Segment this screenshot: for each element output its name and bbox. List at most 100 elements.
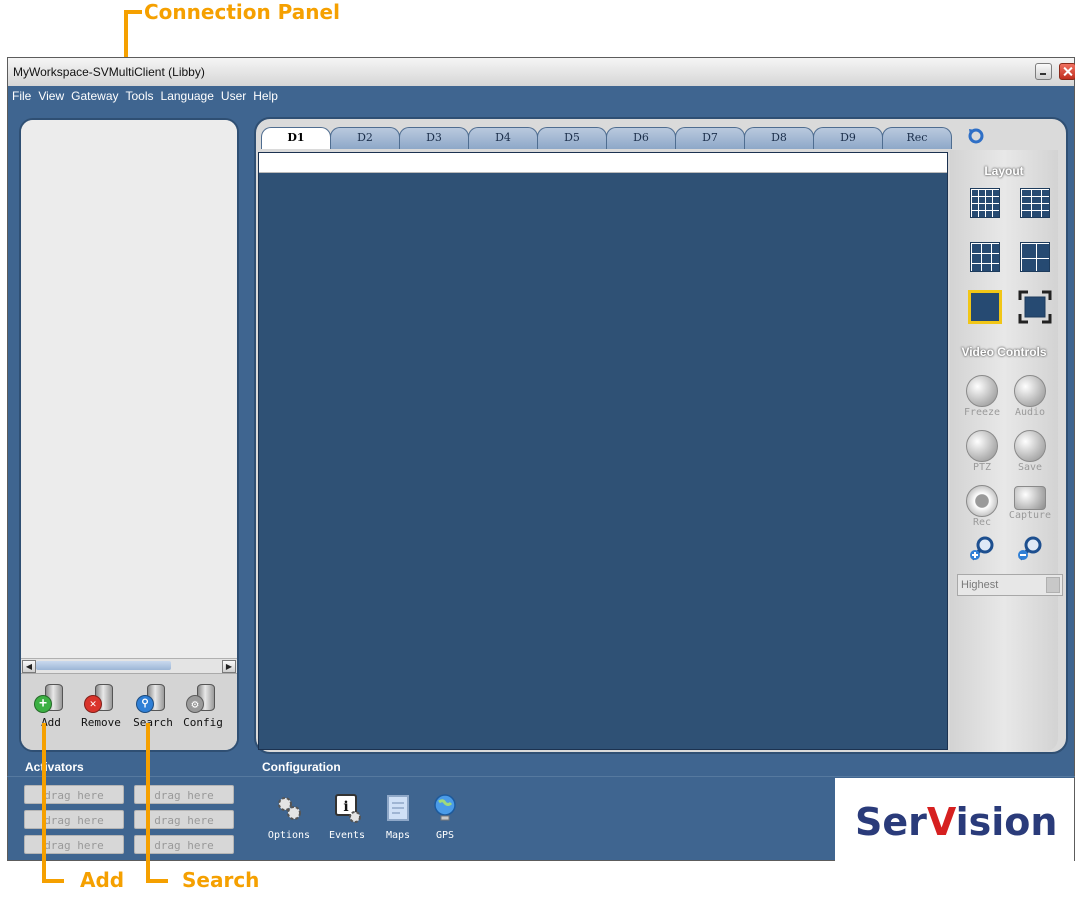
layout-16-grid-icon[interactable] [970,188,1000,218]
remove-button[interactable]: ✕ Remove [77,682,125,729]
horizontal-scrollbar[interactable]: ◀ ▶ [21,658,237,673]
tab-d3[interactable]: D3 [399,127,469,149]
callout-line-search-hook [146,879,168,883]
refresh-icon[interactable] [967,127,985,145]
capture-control[interactable]: Capture [1007,482,1053,521]
config-server-icon: ⚙ [186,682,220,714]
config-label: Config [183,716,223,729]
record-icon [966,485,998,517]
connection-list[interactable] [21,120,237,658]
layout-9-grid-icon[interactable] [970,242,1000,272]
menu-view[interactable]: View [34,86,67,103]
freeze-label: Freeze [963,407,1001,418]
callout-line-connection-hook [124,10,142,14]
control-sidebar: Layout Video Controls Freeze Audio PTZ S… [950,150,1058,752]
remove-server-icon: ✕ [84,682,118,714]
save-label: Save [1017,462,1043,473]
options-gears-icon [278,797,301,820]
save-control[interactable]: Save [1007,430,1053,473]
configuration-title: Configuration [262,760,341,774]
callout-connection-panel: Connection Panel [144,0,340,24]
title-bar: MyWorkspace-SVMultiClient (Libby) [8,58,1075,87]
tab-d9[interactable]: D9 [813,127,883,149]
add-server-icon: + [34,682,68,714]
activators-title: Activators [25,760,84,774]
tab-d7[interactable]: D7 [675,127,745,149]
capture-icon [1014,486,1046,510]
events-info-icon: i [335,794,361,823]
scroll-left-icon[interactable]: ◀ [22,660,36,673]
audio-control[interactable]: Audio [1007,375,1053,418]
gps-button[interactable]: GPS [420,793,470,841]
tab-rec[interactable]: Rec [882,127,952,149]
logo-text-ision: ision [955,800,1058,844]
options-label: Options [267,830,311,841]
layout-4-grid-icon[interactable] [1020,242,1050,272]
quality-select[interactable]: Highest [957,574,1063,596]
fullscreen-icon[interactable] [1018,290,1052,324]
menu-tools[interactable]: Tools [122,86,157,103]
chevron-down-icon[interactable] [1046,577,1060,593]
svg-text:i: i [343,799,348,815]
zoom-in-icon[interactable] [968,535,996,563]
callout-line-add-hook [42,879,64,883]
maps-icon [387,795,409,821]
search-label: Search [133,716,173,729]
zoom-out-icon[interactable] [1016,535,1044,563]
scroll-thumb[interactable] [36,661,171,670]
logo-text-v: V [926,800,956,844]
menu-gateway[interactable]: Gateway [67,86,121,103]
scroll-right-icon[interactable]: ▶ [222,660,236,673]
minimize-button[interactable] [1035,63,1052,80]
tab-d5[interactable]: D5 [537,127,607,149]
window-title: MyWorkspace-SVMultiClient (Libby) [13,65,205,79]
save-icon [1014,430,1046,462]
menu-help[interactable]: Help [249,86,281,103]
search-server-icon: ⚲ [136,682,170,714]
menu-file[interactable]: File [8,86,34,103]
logo-text-ser: Ser [855,800,927,844]
menu-user[interactable]: User [217,86,249,103]
activator-slot[interactable]: drag here [24,785,124,804]
options-button[interactable]: Options [264,793,314,841]
callout-add: Add [80,868,125,892]
audio-icon [1014,375,1046,407]
rec-control[interactable]: Rec [959,485,1005,528]
ptz-control[interactable]: PTZ [959,430,1005,473]
activator-slot[interactable]: drag here [24,810,124,829]
video-header-strip [259,153,947,173]
audio-label: Audio [1014,407,1046,418]
servision-logo: SerVision [835,778,1074,861]
video-area[interactable] [258,152,948,750]
events-button[interactable]: i Events [322,793,372,841]
connection-toolbar: + Add ✕ Remove ⚲ Search ⚙ Config [21,673,237,750]
events-label: Events [328,830,366,841]
callout-line-add [42,723,46,883]
freeze-control[interactable]: Freeze [959,375,1005,418]
connection-panel: ◀ ▶ + Add ✕ Remove ⚲ Search ⚙ Config [19,118,239,752]
search-button[interactable]: ⚲ Search [129,682,177,729]
layout-13-grid-icon[interactable] [1020,188,1050,218]
capture-label: Capture [1008,510,1052,521]
callout-line-search [146,723,150,883]
close-button[interactable] [1059,63,1075,80]
layout-single-icon[interactable] [968,290,1002,324]
gps-globe-icon [434,794,456,821]
layout-title: Layout [984,164,1024,178]
config-button[interactable]: ⚙ Config [179,682,227,729]
tab-d2[interactable]: D2 [330,127,400,149]
tab-d4[interactable]: D4 [468,127,538,149]
tab-d8[interactable]: D8 [744,127,814,149]
rec-label: Rec [972,517,992,528]
maps-button[interactable]: Maps [373,793,423,841]
quality-value: Highest [961,579,999,591]
activator-slot[interactable]: drag here [24,835,124,854]
menu-language[interactable]: Language [157,86,217,103]
gps-label: GPS [435,830,455,841]
ptz-icon [966,430,998,462]
video-controls-title: Video Controls [961,345,1047,359]
add-button[interactable]: + Add [27,682,75,729]
tab-d6[interactable]: D6 [606,127,676,149]
tab-d1[interactable]: D1 [261,127,331,149]
remove-label: Remove [81,716,121,729]
